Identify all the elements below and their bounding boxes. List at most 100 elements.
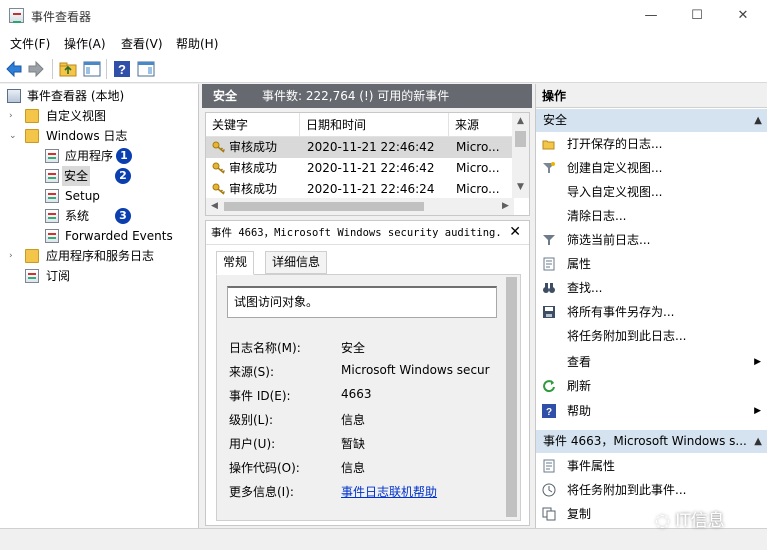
table-row[interactable]: 审核成功 2020-11-21 22:46:24 Micro... [206, 179, 512, 200]
scrollbar-thumb[interactable] [224, 202, 424, 211]
title-bar: 事件查看器 — ☐ ✕ [0, 0, 767, 31]
column-datetime[interactable]: 日期和时间 [300, 113, 449, 137]
action-refresh[interactable]: 刷新 [536, 374, 767, 398]
subscription-icon [25, 269, 39, 283]
prop-log-name-value: 安全 [341, 341, 366, 355]
navigation-tree: 事件查看器 (本地) › 自定义视图 ⌄ Windows 日志 应用程序 1 安… [0, 84, 199, 528]
actions-section-event[interactable]: 事件 4663，Microsoft Windows s... ▲ [536, 430, 767, 453]
tree-custom-views[interactable]: › 自定义视图 [0, 106, 199, 126]
tree-log-setup[interactable]: Setup [0, 186, 199, 206]
menu-action[interactable]: 操作(A) [64, 35, 106, 52]
menu-file[interactable]: 文件(F) [10, 35, 50, 52]
collapse-caret-icon[interactable]: ▲ [754, 109, 762, 132]
show-hide-tree-icon[interactable] [82, 59, 102, 79]
menu-help[interactable]: 帮助(H) [176, 35, 218, 52]
toolbar: ? [0, 55, 767, 83]
event-list-horizontal-scrollbar[interactable]: ◀ ▶ [206, 198, 514, 215]
scroll-left-icon[interactable]: ◀ [206, 198, 223, 215]
actions-section-security[interactable]: 安全 ▲ [536, 109, 767, 132]
detail-vertical-scrollbar[interactable] [503, 275, 520, 520]
table-row[interactable]: 审核成功 2020-11-21 22:46:42 Micro... [206, 137, 512, 158]
tree-log-system[interactable]: 系统 3 [0, 206, 199, 226]
minimize-button[interactable]: — [628, 0, 674, 31]
action-open-saved-log[interactable]: 打开保存的日志... [536, 132, 767, 156]
scroll-right-icon[interactable]: ▶ [497, 198, 514, 215]
action-import-custom-view[interactable]: 导入自定义视图... [536, 180, 767, 204]
action-view[interactable]: 查看 ▶ [536, 350, 767, 374]
tree-windows-logs[interactable]: ⌄ Windows 日志 [0, 126, 199, 146]
up-folder-icon[interactable] [58, 59, 78, 79]
tree-app-service-logs[interactable]: › 应用程序和服务日志 [0, 246, 199, 266]
action-attach-task-to-event[interactable]: 将任务附加到此事件... [536, 478, 767, 502]
log-icon [45, 229, 59, 243]
scroll-up-icon[interactable]: ▲ [512, 113, 529, 130]
folder-icon [25, 109, 39, 123]
actions-pane: 操作 安全 ▲ 打开保存的日志... 创建自定义视图... 导入自定义视图...… [535, 84, 767, 528]
binoculars-icon [543, 283, 555, 293]
audit-key-icon [212, 141, 226, 153]
back-arrow-icon[interactable] [4, 59, 24, 79]
tree-log-forwarded[interactable]: Forwarded Events [0, 226, 199, 246]
action-help[interactable]: ? 帮助 ▶ [536, 399, 767, 423]
tab-general[interactable]: 常规 [216, 251, 255, 275]
open-folder-icon [542, 140, 555, 150]
log-icon [45, 149, 59, 163]
scrollbar-thumb[interactable] [515, 131, 526, 147]
submenu-arrow-icon: ▶ [754, 357, 761, 367]
help-icon[interactable]: ? [112, 59, 132, 79]
log-header-title: 安全 [213, 89, 238, 103]
prop-user-label: 用户(U): [229, 437, 276, 451]
tab-details[interactable]: 详细信息 [265, 251, 328, 274]
action-find[interactable]: 查找... [536, 276, 767, 300]
tree-subscriptions[interactable]: 订阅 [0, 266, 199, 286]
svg-text:?: ? [118, 62, 126, 77]
tree-root[interactable]: 事件查看器 (本地) [0, 86, 199, 106]
menu-view[interactable]: 查看(V) [121, 35, 163, 52]
event-detail-title: 事件 4663，Microsoft Windows security audit… [206, 221, 529, 245]
action-attach-task-to-log[interactable]: 将任务附加到此日志... [536, 324, 767, 348]
action-filter-current-log[interactable]: 筛选当前日志... [536, 228, 767, 252]
tree-log-application[interactable]: 应用程序 1 [0, 146, 199, 166]
expand-chevron-icon[interactable]: › [9, 106, 19, 126]
column-source[interactable]: 来源 [449, 113, 514, 137]
action-copy[interactable]: 复制 [536, 502, 767, 526]
expand-chevron-icon[interactable]: › [9, 246, 19, 266]
prop-log-name-label: 日志名称(M): [229, 341, 301, 355]
action-create-custom-view[interactable]: 创建自定义视图... [536, 156, 767, 180]
help-icon: ? [542, 404, 556, 418]
table-row[interactable]: 审核成功 2020-11-21 22:46:42 Micro... [206, 158, 512, 179]
folder-icon [25, 249, 39, 263]
event-description: 试图访问对象。 [227, 286, 497, 318]
log-icon [45, 169, 59, 183]
collapse-chevron-icon[interactable]: ⌄ [9, 126, 19, 146]
event-viewer-app-icon [9, 8, 24, 23]
folder-icon [25, 129, 39, 143]
filter-icon [543, 235, 555, 245]
action-event-properties[interactable]: 事件属性 [536, 454, 767, 478]
action-save-all-events[interactable]: 将所有事件另存为... [536, 300, 767, 324]
scrollbar-thumb[interactable] [506, 277, 517, 517]
scroll-down-icon[interactable]: ▼ [512, 179, 529, 196]
forward-arrow-icon[interactable] [26, 59, 46, 79]
close-button[interactable]: ✕ [720, 0, 766, 31]
collapse-caret-icon[interactable]: ▲ [754, 430, 762, 453]
column-keyword[interactable]: 关键字 [206, 113, 300, 137]
event-list-vertical-scrollbar[interactable]: ▲ ▼ [512, 113, 529, 198]
tree-log-security[interactable]: 安全 2 [0, 166, 199, 186]
event-list: 关键字 日期和时间 来源 审核成功 2020-11-21 22:46:42 Mi… [205, 112, 530, 216]
maximize-button[interactable]: ☐ [674, 0, 720, 31]
online-help-link[interactable]: 事件日志联机帮助 [341, 485, 437, 499]
properties-icon [543, 459, 555, 473]
prop-level-label: 级别(L): [229, 413, 274, 427]
annotation-badge: 1 [116, 148, 132, 164]
properties-icon [543, 257, 555, 271]
show-hide-action-pane-icon[interactable] [136, 59, 156, 79]
close-icon[interactable]: ✕ [509, 224, 521, 240]
action-clear-log[interactable]: 清除日志... [536, 204, 767, 228]
status-bar [0, 528, 767, 550]
prop-level-value: 信息 [341, 413, 366, 427]
action-properties[interactable]: 属性 [536, 252, 767, 276]
prop-opcode-label: 操作代码(O): [229, 461, 300, 475]
watermark: ◌ IT信息 [655, 511, 725, 531]
menu-bar: 文件(F) 操作(A) 查看(V) 帮助(H) [0, 31, 767, 55]
